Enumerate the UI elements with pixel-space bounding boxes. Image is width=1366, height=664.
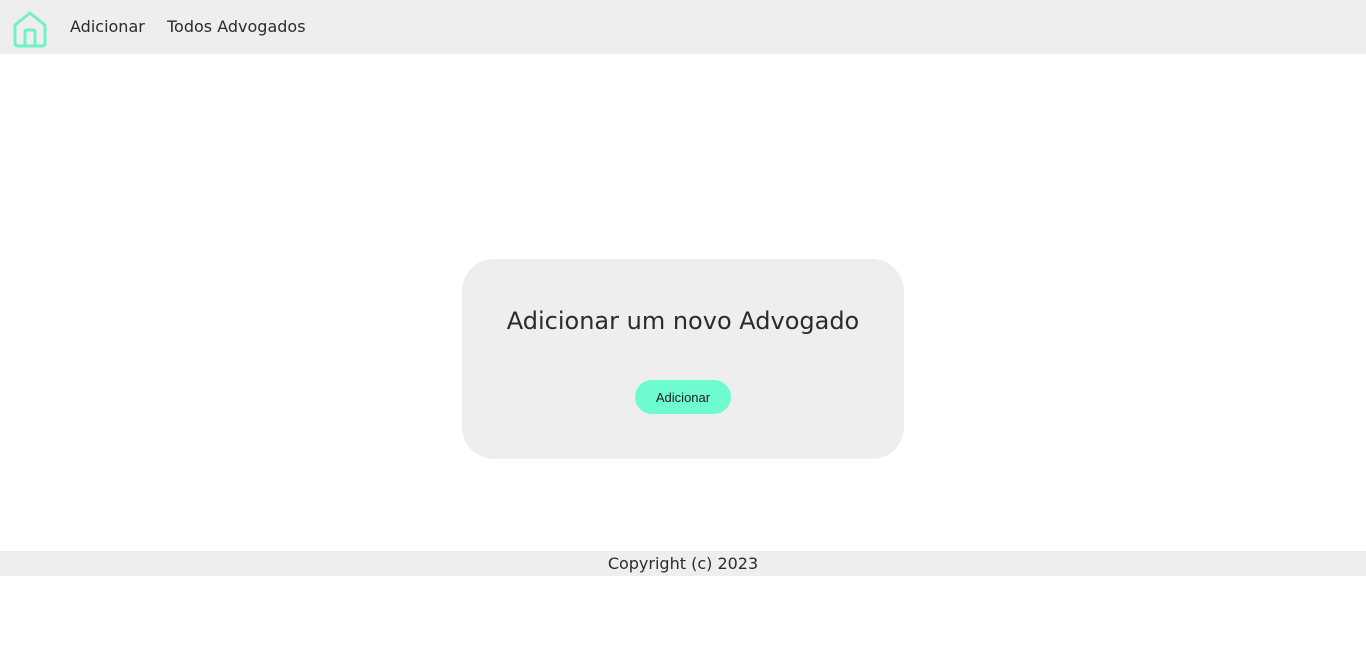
card-title: Adicionar um novo Advogado (506, 307, 860, 335)
nav-link-adicionar[interactable]: Adicionar (70, 17, 145, 37)
home-link[interactable] (12, 10, 48, 48)
nav-link-todos-advogados[interactable]: Todos Advogados (167, 17, 306, 37)
add-lawyer-card: Adicionar um novo Advogado Adicionar (462, 259, 904, 459)
copyright-text: Copyright (c) 2023 (607, 554, 759, 573)
add-lawyer-button[interactable]: Adicionar (635, 380, 731, 414)
home-icon (13, 11, 47, 48)
navbar: Adicionar Todos Advogados (0, 0, 1366, 54)
footer: Copyright (c) 2023 (0, 551, 1366, 576)
